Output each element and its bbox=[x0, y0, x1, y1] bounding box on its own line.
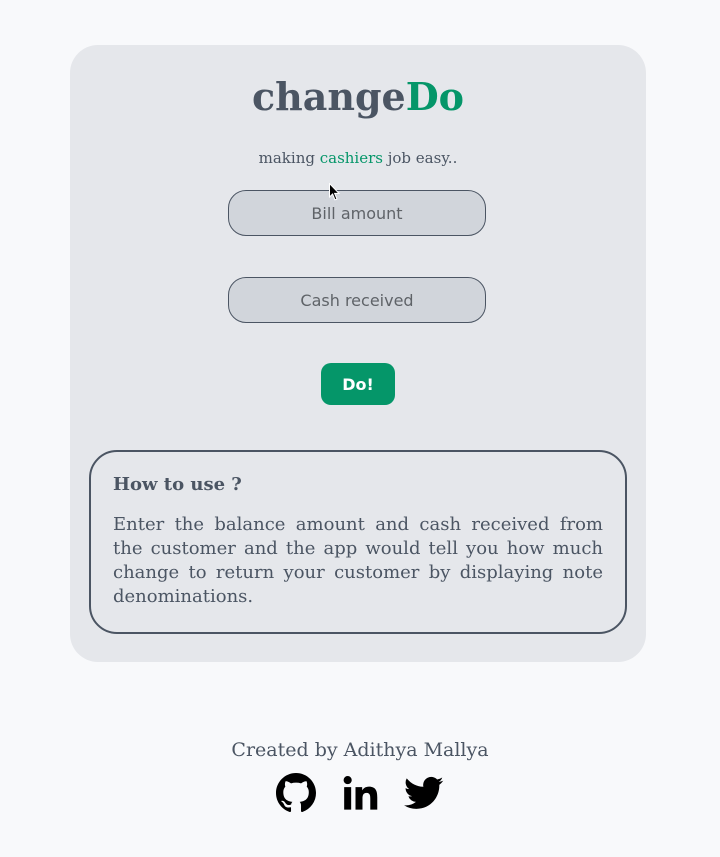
how-to-use-heading: How to use ? bbox=[113, 474, 242, 495]
how-to-use-box: How to use ? Enter the balance amount an… bbox=[89, 450, 627, 634]
do-button[interactable]: Do! bbox=[321, 363, 395, 405]
bill-amount-input[interactable] bbox=[228, 190, 486, 236]
main-card: changeDo making cashiers job easy.. Do! … bbox=[70, 45, 646, 662]
footer-credit: Created by Adithya Mallya bbox=[231, 739, 489, 761]
twitter-icon bbox=[404, 776, 444, 809]
app-title-accent: Do bbox=[405, 74, 465, 119]
tagline: making cashiers job easy.. bbox=[70, 149, 646, 167]
cash-received-input[interactable] bbox=[228, 277, 486, 323]
tagline-accent: cashiers bbox=[319, 149, 383, 167]
github-icon bbox=[276, 773, 316, 813]
github-link[interactable] bbox=[276, 773, 316, 813]
app-title: changeDo bbox=[70, 75, 646, 119]
tagline-after: job easy.. bbox=[382, 149, 458, 167]
how-to-use-text: Enter the balance amount and cash receiv… bbox=[113, 514, 603, 607]
linkedin-link[interactable] bbox=[340, 773, 380, 813]
social-links bbox=[0, 773, 720, 813]
tagline-before: making bbox=[258, 149, 320, 167]
app-title-main: change bbox=[251, 74, 406, 119]
linkedin-icon bbox=[343, 776, 378, 810]
mouse-cursor-icon bbox=[329, 183, 341, 201]
twitter-link[interactable] bbox=[404, 773, 444, 813]
